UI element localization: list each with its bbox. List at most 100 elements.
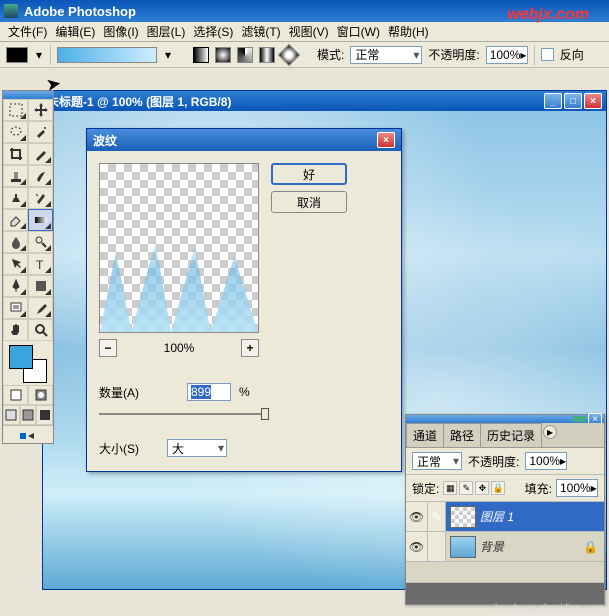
visibility-icon[interactable]: 👁 [406,532,428,561]
lasso-tool[interactable] [3,121,28,143]
doc-maximize-button[interactable]: □ [564,93,582,109]
layer-row-1[interactable]: 👁 ✎ 图层 1 [406,502,604,532]
menu-view[interactable]: 视图(V) [285,21,333,42]
layer-name: 背景 [480,538,504,555]
layer-opacity-label: 不透明度: [468,453,519,470]
gradient-dropdown[interactable]: ▾ [163,48,173,62]
lock-paint-icon[interactable]: ✎ [459,481,473,495]
zoom-value: 100% [164,341,195,355]
layer-blend-select[interactable]: 正常 [412,452,462,470]
layer-thumbnail[interactable] [450,536,476,558]
gradient-angle-button[interactable] [237,47,253,63]
lock-all-icon[interactable]: 🔒 [491,481,505,495]
mode-label: 模式: [317,46,344,63]
gradient-linear-button[interactable] [193,47,209,63]
magic-wand-tool[interactable] [28,121,53,143]
crop-tool[interactable] [3,143,28,165]
zoom-in-button[interactable]: + [241,339,259,357]
doc-close-button[interactable]: × [584,93,602,109]
tab-paths[interactable]: 路径 [443,423,481,447]
filter-preview[interactable] [99,163,259,333]
screen-full-button[interactable] [36,405,53,425]
layer-name: 图层 1 [480,508,514,525]
doc-minimize-button[interactable]: _ [544,93,562,109]
brush-tool[interactable] [28,165,53,187]
healing-brush-tool[interactable] [3,165,28,187]
move-tool[interactable] [28,99,53,121]
menu-file[interactable]: 文件(F) [4,21,51,42]
screen-fullmenu-button[interactable] [20,405,37,425]
reverse-checkbox[interactable] [541,48,554,61]
layer-list: 👁 ✎ 图层 1 👁 背景 🔒 [406,502,604,582]
gradient-diamond-button[interactable] [278,43,301,66]
gradient-tool[interactable] [28,209,53,231]
slice-tool[interactable] [28,143,53,165]
ripple-dialog: 波纹 × − 100% + 好 取消 数量(A) 899 % 大小(S) 大 [86,128,402,472]
lock-position-icon[interactable]: ✥ [475,481,489,495]
panel-minimize-icon[interactable] [572,416,586,422]
fill-input[interactable]: 100%▸ [556,479,598,497]
eraser-tool[interactable] [3,209,28,231]
panel-grip[interactable]: × [406,415,604,423]
gradient-reflected-button[interactable] [259,47,275,63]
visibility-icon[interactable]: 👁 [406,502,428,531]
toolbox-grip[interactable] [3,91,53,99]
tool-preset-swatch[interactable] [6,47,28,63]
blur-tool[interactable] [3,231,28,253]
path-select-tool[interactable] [3,253,28,275]
foreground-color-swatch[interactable] [9,345,33,369]
dialog-close-button[interactable]: × [377,132,395,148]
type-tool[interactable]: T [28,253,53,275]
panel-bottom-watermark [406,582,604,604]
size-label: 大小(S) [99,440,159,457]
menu-help[interactable]: 帮助(H) [384,21,433,42]
panel-menu-button[interactable]: ▸ [543,425,557,439]
layer-opacity-input[interactable]: 100%▸ [525,452,567,470]
opacity-input[interactable]: 100%▸ [486,46,528,64]
size-select[interactable]: 大 [167,439,227,457]
lock-transparency-icon[interactable]: ▦ [443,481,457,495]
gradient-radial-button[interactable] [215,47,231,63]
app-icon [4,4,18,18]
amount-slider[interactable] [99,407,269,421]
screen-standard-button[interactable] [3,405,20,425]
quickmask-mode-button[interactable] [28,385,53,405]
eyedropper-tool[interactable] [28,297,53,319]
document-titlebar[interactable]: 未标题-1 @ 100% (图层 1, RGB/8) _ □ × [43,91,606,111]
blend-mode-select[interactable]: 正常 [350,46,422,64]
tab-history[interactable]: 历史记录 [480,423,542,447]
notes-tool[interactable] [3,297,28,319]
tab-channels[interactable]: 通道 [406,423,444,447]
tool-preset-dropdown[interactable]: ▾ [34,48,44,62]
clone-stamp-tool[interactable] [3,187,28,209]
shape-tool[interactable] [28,275,53,297]
menu-window[interactable]: 窗口(W) [333,21,384,42]
menu-edit[interactable]: 编辑(E) [51,21,99,42]
ok-button[interactable]: 好 [271,163,347,185]
amount-input[interactable]: 899 [187,383,231,401]
layer-row-background[interactable]: 👁 背景 🔒 [406,532,604,562]
menu-select[interactable]: 选择(S) [189,21,237,42]
gradient-preview[interactable] [57,47,157,63]
link-cell[interactable] [428,532,446,561]
marquee-tool[interactable] [3,99,28,121]
cancel-button[interactable]: 取消 [271,191,347,213]
dialog-titlebar[interactable]: 波纹 × [87,129,401,151]
standard-mode-button[interactable] [3,385,28,405]
zoom-tool[interactable] [28,319,53,341]
zoom-out-button[interactable]: − [99,339,117,357]
jump-to-button[interactable] [3,425,53,443]
color-swatches [3,341,53,385]
layer-thumbnail[interactable] [450,506,476,528]
amount-unit: % [239,385,250,399]
dodge-tool[interactable] [28,231,53,253]
menu-image[interactable]: 图像(I) [99,21,142,42]
watermark-bottom: jiaocheng.chazidian.com [493,603,603,614]
hand-tool[interactable] [3,319,28,341]
menu-filter[interactable]: 滤镜(T) [237,21,284,42]
history-brush-tool[interactable] [28,187,53,209]
link-cell[interactable]: ✎ [428,502,446,531]
menu-layer[interactable]: 图层(L) [143,21,190,42]
lock-indicator-icon: 🔒 [583,540,598,554]
pen-tool[interactable] [3,275,28,297]
